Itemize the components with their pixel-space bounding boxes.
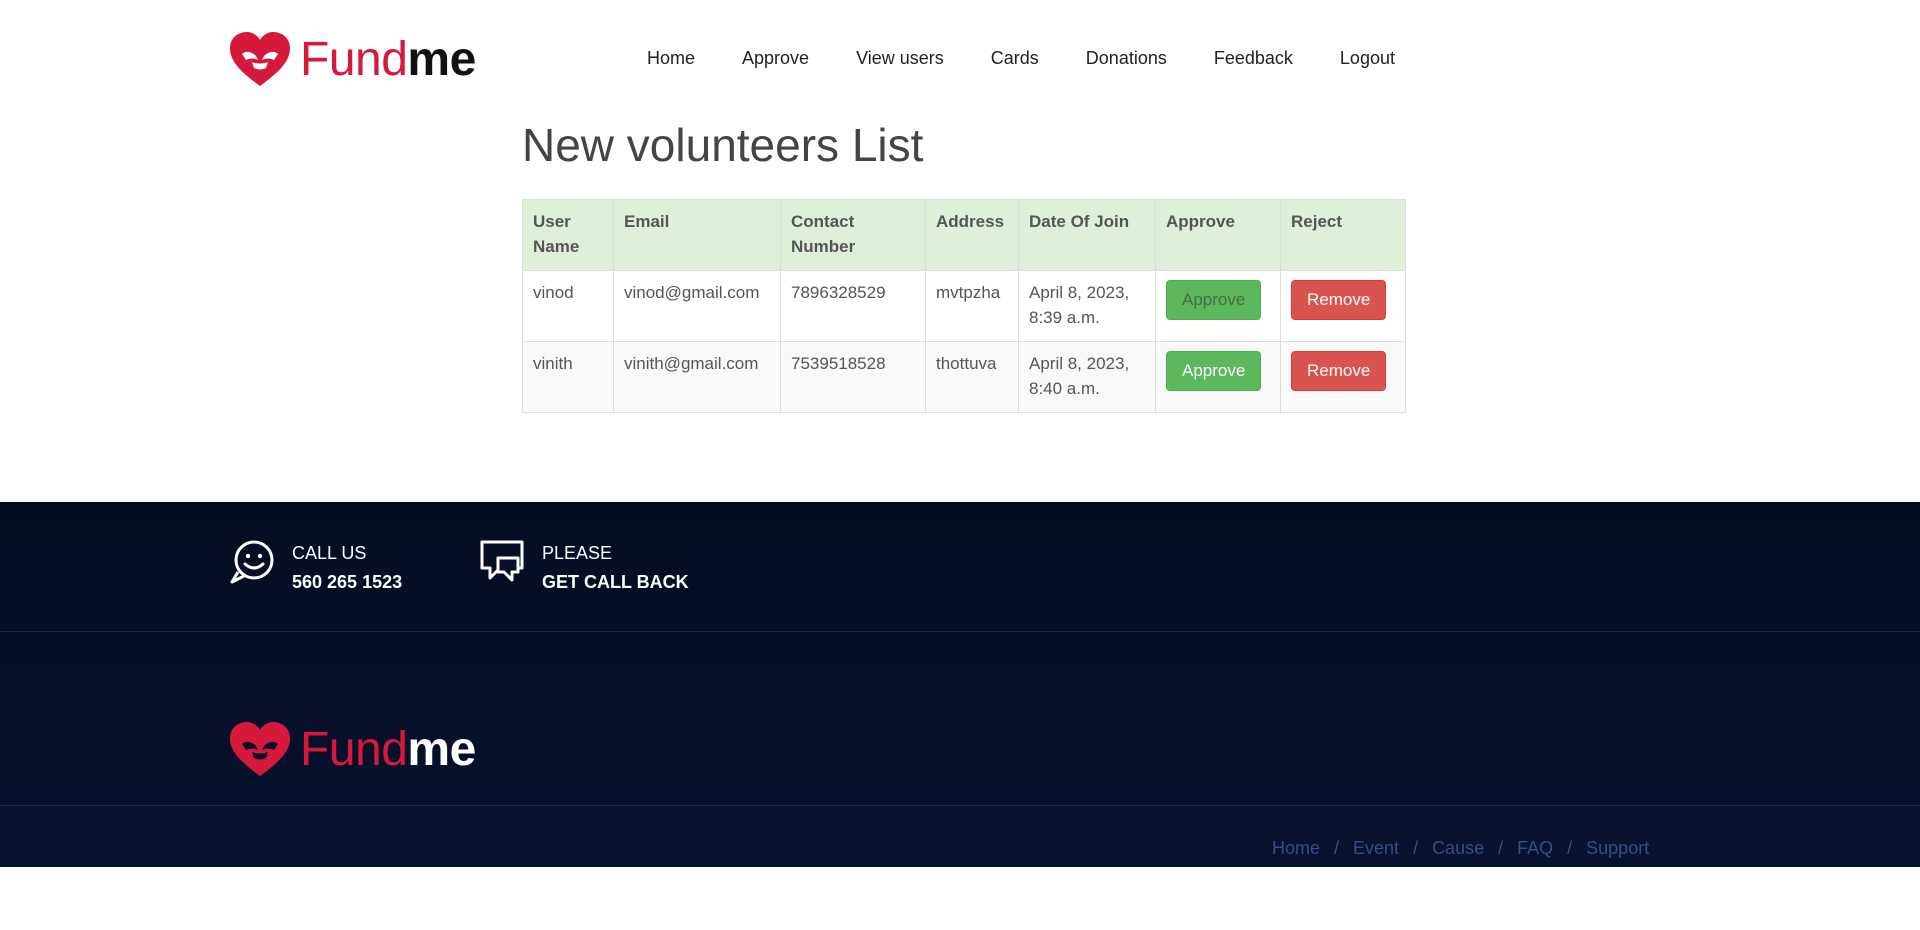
footer-link-support[interactable]: Support <box>1586 838 1649 859</box>
get-call-back-link[interactable]: GET CALL BACK <box>542 568 689 596</box>
nav-view-users[interactable]: View users <box>856 48 944 69</box>
footer-link-faq[interactable]: FAQ <box>1517 838 1553 859</box>
approve-button[interactable]: Approve <box>1166 280 1262 320</box>
header-email: Email <box>613 199 781 271</box>
page-title: New volunteers List <box>522 119 924 171</box>
footer-link-event[interactable]: Event <box>1353 838 1399 859</box>
remove-button[interactable]: Remove <box>1291 351 1387 391</box>
header-contact-number: Contact Number <box>780 199 926 271</box>
footer-logo-text: Fundme <box>300 726 476 774</box>
logo-text-me: me <box>407 33 476 86</box>
heart-hands-icon <box>230 32 290 86</box>
cell-email: vinith@gmail.com <box>613 341 781 413</box>
cell-user-name: vinod <box>522 270 614 342</box>
nav-logout[interactable]: Logout <box>1340 48 1395 69</box>
site-header: Fundme Home Approve View users Cards Don… <box>0 0 1920 120</box>
header-address: Address <box>925 199 1019 271</box>
approve-button[interactable]: Approve <box>1166 351 1262 391</box>
speech-bubbles-icon <box>480 540 524 582</box>
separator: / <box>1413 838 1419 858</box>
nav-approve[interactable]: Approve <box>742 48 809 69</box>
remove-button[interactable]: Remove <box>1291 280 1387 320</box>
header-reject: Reject <box>1280 199 1406 271</box>
site-logo[interactable]: Fundme <box>228 30 476 90</box>
footer-divider <box>0 631 1920 632</box>
nav-donations[interactable]: Donations <box>1086 48 1167 69</box>
footer-link-cause[interactable]: Cause <box>1432 838 1484 859</box>
main-nav: Home Approve View users Cards Donations … <box>647 48 1442 69</box>
logo-text: Fundme <box>300 36 476 84</box>
call-us-number[interactable]: 560 265 1523 <box>292 568 402 596</box>
table-row: vinith vinith@gmail.com 7539518528 thott… <box>522 341 1406 413</box>
cell-email: vinod@gmail.com <box>613 270 781 342</box>
cell-contact-number: 7896328529 <box>780 270 926 342</box>
footer-logo[interactable]: Fundme <box>228 720 476 780</box>
table-header-row: User Name Email Contact Number Address D… <box>522 199 1406 271</box>
footer-link-home[interactable]: Home <box>1272 838 1320 859</box>
cell-address: mvtpzha <box>925 270 1019 342</box>
cell-approve: Approve <box>1155 270 1281 342</box>
footer-logo-text-me: me <box>407 723 476 776</box>
call-back-label: PLEASE <box>542 543 613 563</box>
logo-text-fund: Fund <box>300 33 408 86</box>
footer-links: Home / Event / Cause / FAQ / Support <box>1272 838 1649 859</box>
header-approve: Approve <box>1155 199 1281 271</box>
separator: / <box>1498 838 1504 858</box>
call-us-label: CALL US <box>292 543 367 563</box>
table-row: vinod vinod@gmail.com 7896328529 mvtpzha… <box>522 270 1406 342</box>
cell-approve: Approve <box>1155 341 1281 413</box>
cell-date-of-join: April 8, 2023, 8:40 a.m. <box>1018 341 1156 413</box>
smiley-chat-icon <box>230 540 274 584</box>
cell-user-name: vinith <box>522 341 614 413</box>
separator: / <box>1334 838 1340 858</box>
cell-reject: Remove <box>1280 341 1406 413</box>
cell-date-of-join: April 8, 2023, 8:39 a.m. <box>1018 270 1156 342</box>
footer-divider <box>0 805 1920 806</box>
cell-address: thottuva <box>925 341 1019 413</box>
volunteers-table: User Name Email Contact Number Address D… <box>522 199 1406 413</box>
nav-feedback[interactable]: Feedback <box>1214 48 1293 69</box>
cell-reject: Remove <box>1280 270 1406 342</box>
header-date-of-join: Date Of Join <box>1018 199 1156 271</box>
heart-hands-icon <box>230 722 290 776</box>
call-back-block: PLEASE GET CALL BACK <box>478 538 689 596</box>
cell-contact-number: 7539518528 <box>780 341 926 413</box>
call-us-block: CALL US 560 265 1523 <box>228 538 402 596</box>
footer-logo-text-fund: Fund <box>300 723 408 776</box>
separator: / <box>1567 838 1573 858</box>
header-user-name: User Name <box>522 199 614 271</box>
nav-cards[interactable]: Cards <box>991 48 1039 69</box>
nav-home[interactable]: Home <box>647 48 695 69</box>
